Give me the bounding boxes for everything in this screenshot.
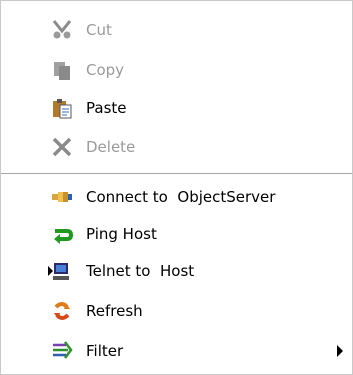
menu-item-label: Refresh [86, 302, 143, 320]
clipboard-paste-icon [53, 99, 72, 119]
menu-item-delete[interactable]: Delete [1, 128, 352, 166]
refresh-icon [54, 302, 70, 320]
menu-item-label: Copy [86, 61, 125, 79]
menu-item-filter[interactable]: Filter [1, 332, 352, 370]
menu-item-label: Telnet to Host [86, 262, 195, 280]
menu-item-label: Connect to ObjectServer [86, 188, 276, 206]
submenu-arrow-icon [337, 345, 343, 357]
menu-item-label: Ping Host [86, 225, 157, 243]
delete-x-icon [52, 137, 72, 157]
menu-item-label: Paste [86, 99, 127, 117]
terminal-icon [48, 263, 69, 280]
menu-item-label: Cut [86, 21, 112, 39]
menu-item-label: Delete [86, 138, 136, 156]
menu-item-connect-objectserver[interactable]: Connect to ObjectServer [1, 178, 352, 216]
menu-item-label: Filter [86, 342, 124, 360]
connect-plug-icon [52, 192, 72, 202]
scissors-icon [52, 20, 72, 39]
menu-item-cut[interactable]: Cut [1, 11, 352, 49]
filter-icon [53, 341, 73, 359]
menu-item-ping-host[interactable]: Ping Host [1, 215, 352, 253]
ping-arrow-icon [54, 229, 73, 244]
context-menu: Cut Copy Paste Delete Connect to ObjectS… [0, 0, 353, 375]
menu-item-paste[interactable]: Paste [1, 89, 352, 127]
menu-item-refresh[interactable]: Refresh [1, 292, 352, 330]
copy-icon [54, 62, 70, 80]
menu-separator [1, 173, 352, 174]
menu-item-telnet-host[interactable]: Telnet to Host [1, 252, 352, 290]
menu-item-copy[interactable]: Copy [1, 51, 352, 89]
